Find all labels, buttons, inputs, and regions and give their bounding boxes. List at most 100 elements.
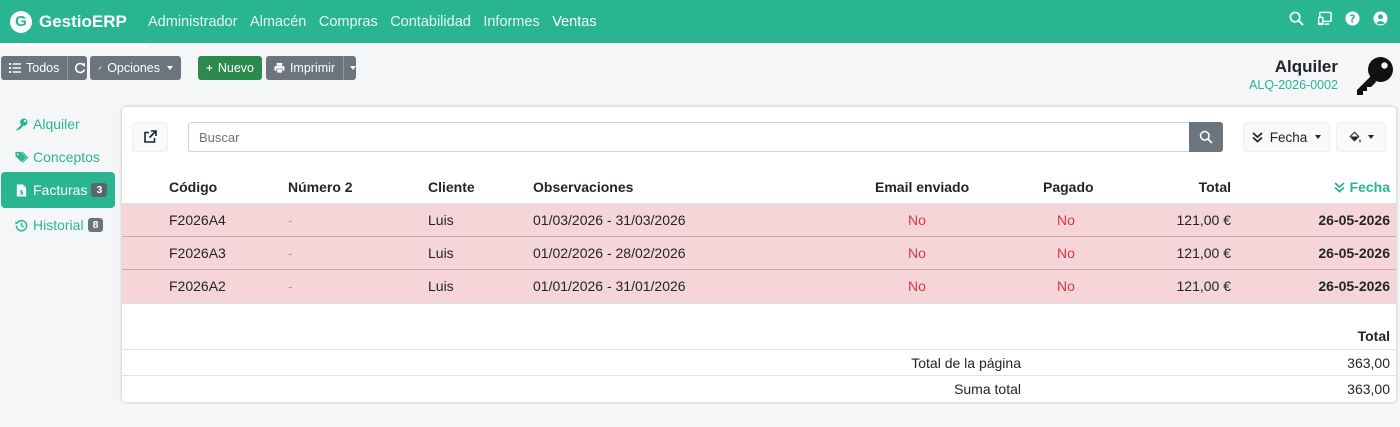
record-code: ALQ-2026-0002	[1249, 78, 1338, 92]
table-row[interactable]: F2026A3 - Luis 01/02/2026 - 28/02/2026 N…	[122, 237, 1396, 270]
sidebar-item-label: Alquiler	[33, 116, 80, 132]
open-external-button[interactable]	[132, 122, 168, 152]
search-button[interactable]	[1189, 122, 1223, 152]
caret-down-icon[interactable]	[350, 66, 356, 70]
cell-pagado: No	[1057, 212, 1075, 228]
menu-item-informes[interactable]: Informes	[483, 14, 539, 30]
cell-fecha: 26-05-2026	[1318, 278, 1390, 294]
cell-email-enviado: No	[908, 212, 926, 228]
table-row[interactable]: F2026A2 - Luis 01/01/2026 - 31/01/2026 N…	[122, 270, 1396, 303]
external-link-icon	[144, 130, 157, 143]
sidebar-item-label: Facturas	[33, 182, 88, 198]
printer-icon	[274, 62, 285, 74]
cell-cliente: Luis	[428, 245, 454, 261]
column-header-cliente[interactable]: Cliente	[428, 179, 475, 195]
print-button[interactable]: Imprimir	[266, 56, 356, 80]
brand-link[interactable]: G GestioERP	[0, 0, 148, 47]
cell-numero2: -	[288, 278, 293, 294]
search-icon[interactable]	[1289, 11, 1304, 26]
cell-numero2: -	[288, 212, 293, 228]
user-icon[interactable]	[1373, 11, 1388, 26]
cell-pagado: No	[1057, 245, 1075, 261]
sidebar-item-label: Conceptos	[33, 149, 100, 165]
brand-name: GestioERP	[39, 11, 127, 31]
column-header-pagado[interactable]: Pagado	[1043, 179, 1094, 195]
cell-total: 121,00 €	[1176, 212, 1232, 228]
cell-numero2: -	[288, 245, 293, 261]
all-button[interactable]: Todos	[1, 56, 87, 80]
display-icon[interactable]	[1317, 11, 1332, 26]
cell-total: 121,00 €	[1176, 245, 1232, 261]
count-badge: 8	[87, 218, 104, 232]
cell-email-enviado: No	[908, 278, 926, 294]
divider	[122, 303, 1396, 304]
wrench-icon	[98, 66, 102, 70]
record-title: Alquiler	[1274, 57, 1338, 76]
help-icon[interactable]: ?	[1345, 11, 1360, 26]
cell-cliente: Luis	[428, 278, 454, 294]
button-divider	[343, 56, 344, 80]
table-row[interactable]: F2026A4 - Luis 01/03/2026 - 31/03/2026 N…	[122, 204, 1396, 237]
caret-down-icon	[167, 66, 173, 70]
navbar-icons: ?	[1289, 11, 1388, 26]
caret-down-icon	[1368, 135, 1374, 139]
print-button-label: Imprimir	[289, 61, 336, 75]
history-icon	[15, 219, 28, 231]
column-header-codigo[interactable]: Código	[169, 179, 217, 195]
brand-logo-icon: G	[10, 10, 32, 33]
menu-item-administrador[interactable]: Administrador	[148, 14, 237, 30]
cell-fecha: 26-05-2026	[1318, 212, 1390, 228]
options-dropdown[interactable]: Opciones	[90, 56, 181, 80]
new-button-label: Nuevo	[217, 61, 254, 75]
top-navbar: G GestioERP Administrador Almacén Compra…	[0, 0, 1400, 47]
cell-codigo: F2026A4	[169, 212, 226, 228]
cell-observaciones: 01/01/2026 - 31/01/2026	[533, 278, 686, 294]
search-icon	[1199, 130, 1213, 144]
sidebar-item-historial[interactable]: Historial 8	[1, 207, 115, 243]
chevrons-down-icon	[1333, 181, 1345, 193]
menu-item-ventas[interactable]: Ventas	[552, 14, 596, 30]
button-divider	[67, 56, 69, 80]
color-filter-dropdown[interactable]	[1336, 122, 1386, 152]
sort-label: Fecha	[1269, 129, 1308, 145]
column-header-fecha-label: Fecha	[1349, 179, 1390, 195]
svg-text:?: ?	[1350, 13, 1356, 25]
cell-cliente: Luis	[428, 212, 454, 228]
sidebar-item-conceptos[interactable]: Conceptos	[1, 139, 115, 175]
count-badge: 3	[91, 183, 108, 197]
sidebar-item-label: Historial	[33, 217, 84, 233]
paint-bucket-icon	[1349, 131, 1361, 143]
totals-header: Total	[1357, 328, 1390, 344]
sidebar-item-facturas[interactable]: $ Facturas 3	[1, 172, 115, 208]
invoices-card: Buscar Fecha Código Número 2 Cliente Obs…	[122, 107, 1396, 402]
cell-codigo: F2026A3	[169, 245, 226, 261]
key-icon	[1357, 57, 1393, 95]
search-input[interactable]: Buscar	[188, 122, 1190, 152]
key-icon	[15, 117, 28, 131]
page-total-value: 363,00	[1347, 355, 1390, 371]
column-header-numero2[interactable]: Número 2	[288, 179, 353, 195]
menu-item-almacen[interactable]: Almacén	[250, 14, 306, 30]
plus-icon	[206, 65, 213, 71]
column-header-total[interactable]: Total	[1199, 179, 1231, 195]
column-header-fecha[interactable]: Fecha	[1333, 179, 1390, 195]
sort-dropdown[interactable]: Fecha	[1243, 122, 1330, 152]
grand-total-label: Suma total	[954, 381, 1021, 397]
refresh-icon[interactable]	[74, 62, 86, 74]
page-total-label: Total de la página	[911, 355, 1021, 371]
cell-pagado: No	[1057, 278, 1075, 294]
list-icon	[9, 63, 21, 73]
svg-text:$: $	[19, 188, 24, 196]
column-header-email-enviado[interactable]: Email enviado	[875, 179, 969, 195]
column-header-observaciones[interactable]: Observaciones	[533, 179, 633, 195]
caret-down-icon	[1315, 135, 1322, 139]
options-label: Opciones	[107, 61, 160, 75]
menu-item-contabilidad[interactable]: Contabilidad	[390, 14, 471, 30]
main-menu: Administrador Almacén Compras Contabilid…	[148, 0, 609, 43]
new-button[interactable]: Nuevo	[198, 56, 262, 80]
menu-item-compras[interactable]: Compras	[319, 14, 378, 30]
cell-total: 121,00 €	[1176, 278, 1232, 294]
divider	[122, 349, 1396, 350]
cell-codigo: F2026A2	[169, 278, 226, 294]
sidebar-item-alquiler[interactable]: Alquiler	[1, 106, 115, 142]
